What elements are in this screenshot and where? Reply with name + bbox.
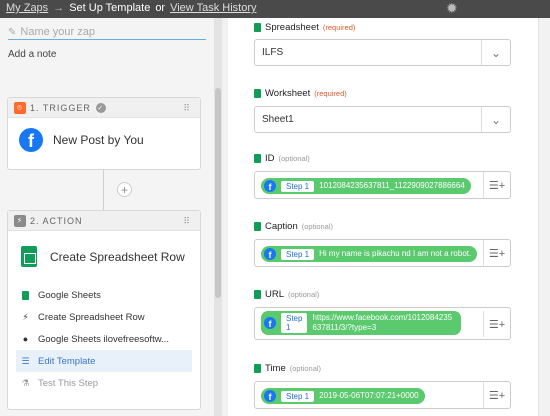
field-label: ID (optional) — [254, 153, 310, 164]
user-icon: ● — [22, 334, 29, 344]
action-title: Create Spreadsheet Row — [50, 249, 185, 264]
url-input[interactable]: f Step 1 https://www.facebook.com/101208… — [254, 307, 511, 340]
add-note-link[interactable]: Add a note — [8, 49, 56, 60]
template-panel — [228, 18, 550, 416]
check-icon: ✓ — [95, 102, 106, 113]
spreadsheet-select[interactable]: ILFS ⌄ — [254, 39, 511, 66]
top-bar: My Zaps → Set Up Template or View Task H… — [0, 0, 550, 18]
template-scrollbar[interactable] — [538, 18, 550, 416]
breadcrumb-arrow-icon: → — [53, 2, 65, 14]
insert-field-icon[interactable]: ☰+ — [483, 311, 510, 337]
step-edit-template[interactable]: ☰ Edit Template — [16, 350, 192, 372]
field-label: Caption (optional) — [254, 221, 333, 232]
or-text: or — [155, 2, 166, 14]
action-card[interactable]: ⚡ 2. ACTION ⠿ Create Spreadsheet Row Goo… — [7, 210, 201, 410]
facebook-icon: f — [264, 317, 276, 329]
add-step-button[interactable]: + — [117, 182, 132, 197]
trigger-card[interactable]: ⌾ 1. TRIGGER ✓ ⠿ f New Post by You — [7, 97, 201, 170]
google-sheets-icon — [254, 222, 261, 231]
drag-handle-icon[interactable]: ⠿ — [183, 103, 190, 114]
bolt-icon: ⚡ — [22, 311, 29, 322]
step-label: Google Sheets — [38, 289, 101, 301]
facebook-icon: f — [264, 390, 276, 402]
mapped-value-pill[interactable]: f Step 1 https://www.facebook.com/101208… — [261, 311, 461, 335]
step-choose-account[interactable]: ● Google Sheets ilovefreesoftw... — [16, 328, 192, 350]
chevron-down-icon[interactable]: ⌄ — [481, 40, 510, 65]
mapped-value-pill[interactable]: f Step 1 2019-05-06T07:07:21+0000 — [261, 388, 425, 404]
step-connector — [103, 170, 104, 212]
id-input[interactable]: f Step 1 1012084235637811_11229090278866… — [254, 171, 511, 199]
trigger-header: ⌾ 1. TRIGGER ✓ — [8, 98, 200, 118]
action-steps-list: Google Sheets ⚡ Create Spreadsheet Row ●… — [16, 284, 192, 394]
mapped-value-pill[interactable]: f Step 1 Hi my name is pikachu nd I am n… — [261, 246, 478, 262]
list-icon: ☰ — [21, 355, 30, 366]
chevron-down-icon[interactable]: ⌄ — [481, 107, 510, 132]
mapped-value-pill[interactable]: f Step 1 1012084235637811_11229090278866… — [261, 178, 471, 194]
insert-field-icon[interactable]: ☰+ — [483, 240, 510, 266]
step-label: Edit Template — [38, 355, 96, 367]
field-label: URL (optional) — [254, 289, 319, 300]
bolt-icon: ⚡ — [14, 214, 26, 227]
step-test[interactable]: ⚗ Test This Step — [16, 372, 192, 394]
zap-name-field[interactable]: ✎ — [8, 25, 206, 40]
step-choose-app[interactable]: Google Sheets — [16, 284, 192, 306]
field-label: Worksheet (required) — [254, 88, 347, 99]
facebook-icon: f — [264, 180, 276, 192]
google-sheets-icon — [254, 364, 261, 373]
action-header: ⚡ 2. ACTION — [8, 211, 200, 231]
worksheet-select[interactable]: Sheet1 ⌄ — [254, 106, 511, 133]
insert-field-icon[interactable]: ☰+ — [483, 382, 510, 408]
trigger-icon: ⌾ — [14, 101, 26, 114]
zap-name-input[interactable] — [20, 26, 201, 38]
trigger-title: New Post by You — [53, 133, 144, 147]
google-sheets-icon — [254, 23, 261, 32]
insert-field-icon[interactable]: ☰+ — [483, 172, 510, 198]
sidebar-scrollbar[interactable] — [214, 18, 222, 416]
google-sheets-icon — [22, 290, 29, 300]
google-sheets-icon — [254, 290, 261, 299]
current-page-title: Set Up Template — [69, 2, 151, 14]
my-zaps-link[interactable]: My Zaps — [6, 2, 48, 14]
google-sheets-icon — [254, 154, 261, 163]
field-label: Time (optional) — [254, 363, 321, 374]
pencil-icon: ✎ — [8, 26, 17, 38]
time-input[interactable]: f Step 1 2019-05-06T07:07:21+0000 ☰+ — [254, 381, 511, 409]
field-label: Spreadsheet (required) — [254, 22, 355, 33]
breadcrumb: My Zaps → Set Up Template or View Task H… — [6, 2, 257, 14]
flask-icon: ⚗ — [21, 377, 30, 388]
facebook-icon: f — [19, 128, 43, 152]
google-sheets-icon — [21, 246, 37, 267]
action-label: 2. ACTION — [30, 215, 83, 226]
gear-icon[interactable]: ✹ — [446, 0, 458, 17]
step-label: Test This Step — [38, 377, 99, 389]
drag-handle-icon[interactable]: ⠿ — [183, 216, 190, 227]
caption-input[interactable]: f Step 1 Hi my name is pikachu nd I am n… — [254, 239, 511, 267]
view-task-history-link[interactable]: View Task History — [170, 2, 256, 14]
facebook-icon: f — [264, 248, 276, 260]
step-label: Google Sheets ilovefreesoftw... — [38, 333, 169, 345]
google-sheets-icon — [254, 89, 261, 98]
step-choose-action[interactable]: ⚡ Create Spreadsheet Row — [16, 306, 192, 328]
step-label: Create Spreadsheet Row — [38, 311, 145, 323]
trigger-label: 1. TRIGGER — [30, 102, 91, 113]
sidebar-scrollbar-thumb[interactable] — [215, 88, 221, 298]
